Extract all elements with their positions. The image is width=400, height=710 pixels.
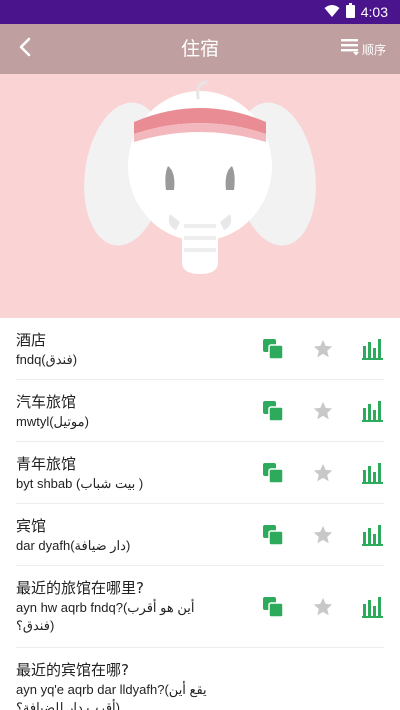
list-item[interactable]: 青年旅馆 byt shbab (بيت شباب ) bbox=[0, 442, 400, 504]
list-item[interactable]: 酒店 fndq(فندق) bbox=[0, 318, 400, 380]
order-button[interactable]: 顺序 bbox=[340, 24, 386, 74]
copy-icon bbox=[263, 463, 284, 484]
list-item[interactable]: 最近的旅馆在哪里? ayn hw aqrb fndq?(أين هو أقرب … bbox=[0, 566, 400, 648]
copy-icon bbox=[263, 525, 284, 546]
phrase-chinese: 最近的旅馆在哪里? bbox=[16, 579, 144, 597]
copy-button[interactable] bbox=[260, 594, 286, 620]
stats-button[interactable] bbox=[360, 336, 386, 362]
elephant-illustration bbox=[84, 80, 316, 274]
phrase-translit: fndq(فندق) bbox=[16, 352, 78, 367]
star-icon bbox=[313, 525, 333, 544]
list-order-icon bbox=[340, 38, 360, 60]
stats-button[interactable] bbox=[360, 522, 386, 548]
phrase-chinese: 青年旅馆 bbox=[16, 455, 77, 473]
copy-icon bbox=[263, 597, 284, 618]
phrase-chinese: 宾馆 bbox=[16, 517, 47, 535]
favorite-button[interactable] bbox=[310, 594, 336, 620]
phrase-translit: byt shbab (بيت شباب ) bbox=[16, 476, 144, 491]
phrase-chinese: 最近的宾馆在哪? bbox=[16, 661, 129, 679]
phrase-chinese: 汽车旅馆 bbox=[16, 393, 77, 411]
list-item[interactable]: 最近的宾馆在哪? ayn yq'e aqrb dar lldyafh?(يقع … bbox=[0, 648, 400, 710]
bar-chart-icon bbox=[362, 339, 383, 360]
status-time: 4:03 bbox=[360, 4, 388, 20]
star-icon bbox=[313, 597, 333, 616]
star-icon bbox=[313, 463, 333, 482]
phrase-translit: mwtyl(موتيل) bbox=[16, 414, 89, 429]
copy-button[interactable] bbox=[260, 460, 286, 486]
copy-button[interactable] bbox=[260, 522, 286, 548]
list-item[interactable]: 宾馆 dar dyafh(دار ضيافة) bbox=[0, 504, 400, 566]
stats-button[interactable] bbox=[360, 398, 386, 424]
phrase-translit: ayn yq'e aqrb dar lldyafh?(يقع أين أقرب … bbox=[16, 682, 207, 710]
stats-button[interactable] bbox=[360, 594, 386, 620]
status-bar: 4:03 bbox=[0, 0, 400, 24]
stats-button[interactable] bbox=[360, 460, 386, 486]
battery-icon bbox=[345, 2, 355, 22]
bar-chart-icon bbox=[362, 463, 383, 484]
order-label: 顺序 bbox=[361, 42, 386, 57]
phrase-translit: ayn hw aqrb fndq?(أين هو أقرب فندق؟) bbox=[16, 600, 195, 633]
favorite-button[interactable] bbox=[310, 336, 336, 362]
hero-banner bbox=[0, 74, 400, 318]
bar-chart-icon bbox=[362, 525, 383, 546]
phrase-chinese: 酒店 bbox=[16, 331, 47, 349]
copy-button[interactable] bbox=[260, 336, 286, 362]
wifi-icon bbox=[324, 3, 340, 22]
favorite-button[interactable] bbox=[310, 460, 336, 486]
favorite-button[interactable] bbox=[310, 398, 336, 424]
list-item[interactable]: 汽车旅馆 mwtyl(موتيل) bbox=[0, 380, 400, 442]
copy-icon bbox=[263, 339, 284, 360]
app-bar: 住宿 顺序 bbox=[0, 24, 400, 74]
star-icon bbox=[313, 339, 333, 358]
star-icon bbox=[313, 401, 333, 420]
copy-button[interactable] bbox=[260, 398, 286, 424]
phrase-translit: dar dyafh(دار ضيافة) bbox=[16, 538, 131, 553]
copy-icon bbox=[263, 401, 284, 422]
bar-chart-icon bbox=[362, 597, 383, 618]
bar-chart-icon bbox=[362, 401, 383, 422]
favorite-button[interactable] bbox=[310, 522, 336, 548]
